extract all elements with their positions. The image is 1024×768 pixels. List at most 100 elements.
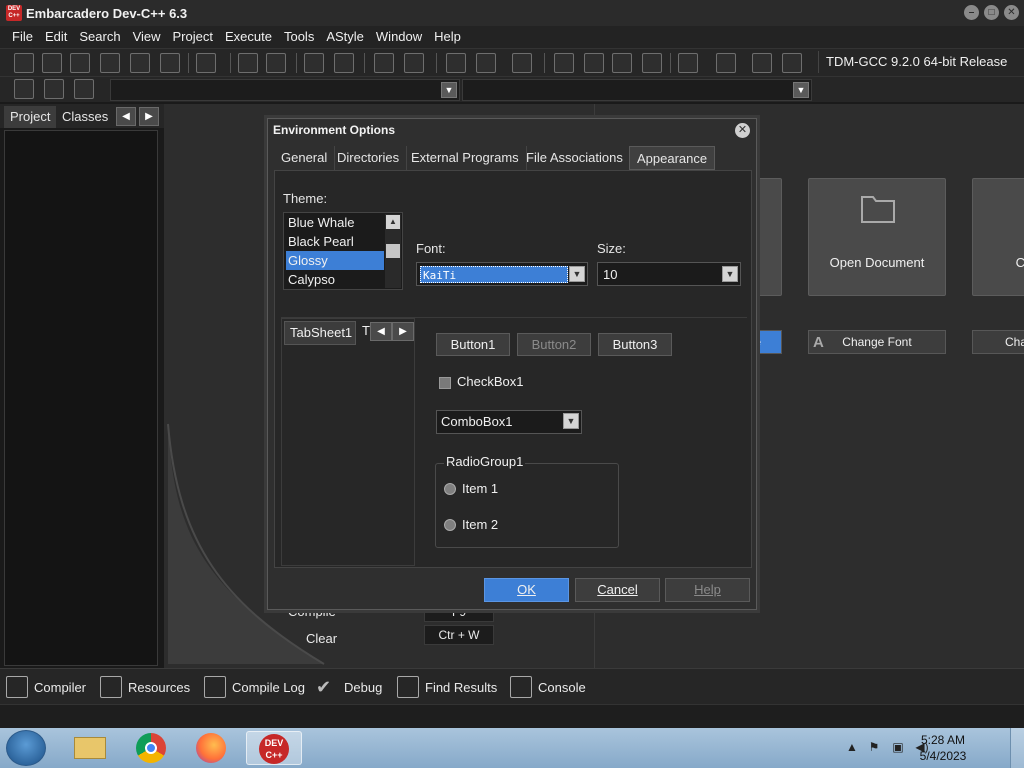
radio-button[interactable] <box>444 483 456 495</box>
network-icon[interactable]: ▣ <box>890 740 906 756</box>
tab-file-associations[interactable]: File Associations <box>519 146 631 170</box>
save-all-icon[interactable] <box>100 53 120 73</box>
start-button[interactable] <box>6 730 46 766</box>
menu-execute[interactable]: Execute <box>219 26 278 48</box>
menu-project[interactable]: Project <box>167 26 219 48</box>
project-tree[interactable] <box>4 130 158 666</box>
preview-tab-2[interactable]: T <box>362 323 370 338</box>
cancel-button[interactable]: Cancel <box>575 578 660 602</box>
chevron-down-icon[interactable]: ▼ <box>793 82 809 98</box>
change-theme-button[interactable]: Cha <box>972 330 1024 354</box>
tab-external-programs[interactable]: External Programs <box>404 146 527 170</box>
menu-view[interactable]: View <box>127 26 167 48</box>
open-file-icon[interactable] <box>42 53 62 73</box>
bookmark-icon[interactable] <box>44 79 64 99</box>
chevron-right-icon[interactable]: ▶ <box>392 322 414 341</box>
show-desktop-button[interactable] <box>1010 728 1024 768</box>
delete-icon[interactable] <box>782 53 802 73</box>
save-icon[interactable] <box>70 53 90 73</box>
menu-help[interactable]: Help <box>428 26 467 48</box>
tab-compiler[interactable]: Compiler <box>6 675 86 699</box>
redo-icon[interactable] <box>404 53 424 73</box>
close-all-icon[interactable] <box>160 53 180 73</box>
workspace-card-partial[interactable]: C <box>972 178 1024 296</box>
indent-icon[interactable] <box>446 53 466 73</box>
tile-icon[interactable] <box>554 53 574 73</box>
window-icon[interactable] <box>584 53 604 73</box>
new-file-icon[interactable] <box>14 53 34 73</box>
member-combo[interactable]: ▼ <box>462 79 812 101</box>
firefox-icon[interactable] <box>184 731 240 765</box>
insert-icon[interactable] <box>14 79 34 99</box>
font-combo[interactable]: KaiTi ▼ <box>416 262 588 286</box>
preview-checkbox[interactable] <box>439 377 451 389</box>
unindent-icon[interactable] <box>476 53 496 73</box>
close-icon[interactable]: ✕ <box>1004 5 1019 20</box>
chevron-left-icon[interactable]: ◀ <box>370 322 392 341</box>
chevron-down-icon[interactable]: ▼ <box>563 413 579 429</box>
restore-icon[interactable]: □ <box>984 5 999 20</box>
system-clock[interactable]: 5:28 AM 5/4/2023 <box>908 732 978 764</box>
theme-item[interactable]: Calypso <box>286 270 384 289</box>
chevron-down-icon[interactable]: ▼ <box>722 266 738 282</box>
theme-list[interactable]: Blue Whale Black Pearl Glossy Calypso ▲ <box>283 212 403 290</box>
tab-general[interactable]: General <box>274 146 336 170</box>
scroll-up-icon[interactable]: ▲ <box>386 215 400 229</box>
radio-button[interactable] <box>444 519 456 531</box>
theme-item-selected[interactable]: Glossy <box>286 251 384 270</box>
grid-icon[interactable] <box>612 53 632 73</box>
chevron-right-icon[interactable]: ▶ <box>139 107 159 126</box>
size-combo[interactable]: 10 ▼ <box>597 262 741 286</box>
explorer-icon[interactable] <box>62 731 118 765</box>
comment-icon[interactable] <box>512 53 532 73</box>
open-document-card[interactable]: Open Document <box>808 178 946 296</box>
goto-bookmark-icon[interactable] <box>74 79 94 99</box>
goto-line-icon[interactable] <box>304 53 324 73</box>
menu-astyle[interactable]: AStyle <box>320 26 370 48</box>
menu-edit[interactable]: Edit <box>39 26 73 48</box>
chevron-down-icon[interactable]: ▼ <box>441 82 457 98</box>
chevron-left-icon[interactable]: ◀ <box>116 107 136 126</box>
tab-appearance[interactable]: Appearance <box>629 146 716 170</box>
theme-item[interactable]: Blue Whale <box>286 213 384 232</box>
preview-button-1[interactable]: Button1 <box>436 333 510 356</box>
close-icon[interactable]: ✕ <box>735 123 750 138</box>
replace-icon[interactable] <box>266 53 286 73</box>
preview-button-3[interactable]: Button3 <box>598 333 672 356</box>
undo-icon[interactable] <box>374 53 394 73</box>
class-combo[interactable]: ▼ <box>110 79 460 101</box>
tab-resources[interactable]: Resources <box>100 675 190 699</box>
preview-tab-1[interactable]: TabSheet1 <box>284 321 356 345</box>
preview-combobox[interactable]: ComboBox1 ▼ <box>436 410 582 434</box>
tab-compile-log[interactable]: Compile Log <box>204 675 305 699</box>
minimize-icon[interactable]: – <box>964 5 979 20</box>
tab-find-results[interactable]: Find Results <box>397 675 497 699</box>
tab-directories[interactable]: Directories <box>330 146 408 170</box>
change-font-button[interactable]: A Change Font <box>808 330 946 354</box>
tab-project[interactable]: Project <box>4 106 57 128</box>
check-icon[interactable] <box>678 53 698 73</box>
action-center-icon[interactable]: ⚑ <box>866 740 882 756</box>
tab-classes[interactable]: Classes <box>56 106 114 128</box>
tab-debug[interactable]: ✔ Debug <box>316 675 382 699</box>
menu-tools[interactable]: Tools <box>278 26 320 48</box>
menu-search[interactable]: Search <box>73 26 126 48</box>
devcpp-icon[interactable]: DEV C++ <box>246 731 302 765</box>
close-file-icon[interactable] <box>130 53 150 73</box>
tray-expand-icon[interactable]: ▲ <box>844 740 860 756</box>
compiler-select[interactable]: TDM-GCC 9.2.0 64-bit Release <box>818 51 1022 73</box>
stop-icon[interactable] <box>716 53 736 73</box>
theme-item[interactable]: Black Pearl <box>286 232 384 251</box>
chevron-down-icon[interactable]: ▼ <box>569 266 585 282</box>
chrome-icon[interactable] <box>124 731 180 765</box>
menu-file[interactable]: File <box>6 26 39 48</box>
theme-scrollbar[interactable]: ▲ <box>385 214 401 288</box>
scroll-thumb[interactable] <box>386 244 400 258</box>
find-icon[interactable] <box>238 53 258 73</box>
split-icon[interactable] <box>334 53 354 73</box>
print-icon[interactable] <box>196 53 216 73</box>
menu-window[interactable]: Window <box>370 26 428 48</box>
ok-button[interactable]: OK <box>484 578 569 602</box>
chart-icon[interactable] <box>752 53 772 73</box>
tab-console[interactable]: Console <box>510 675 586 699</box>
